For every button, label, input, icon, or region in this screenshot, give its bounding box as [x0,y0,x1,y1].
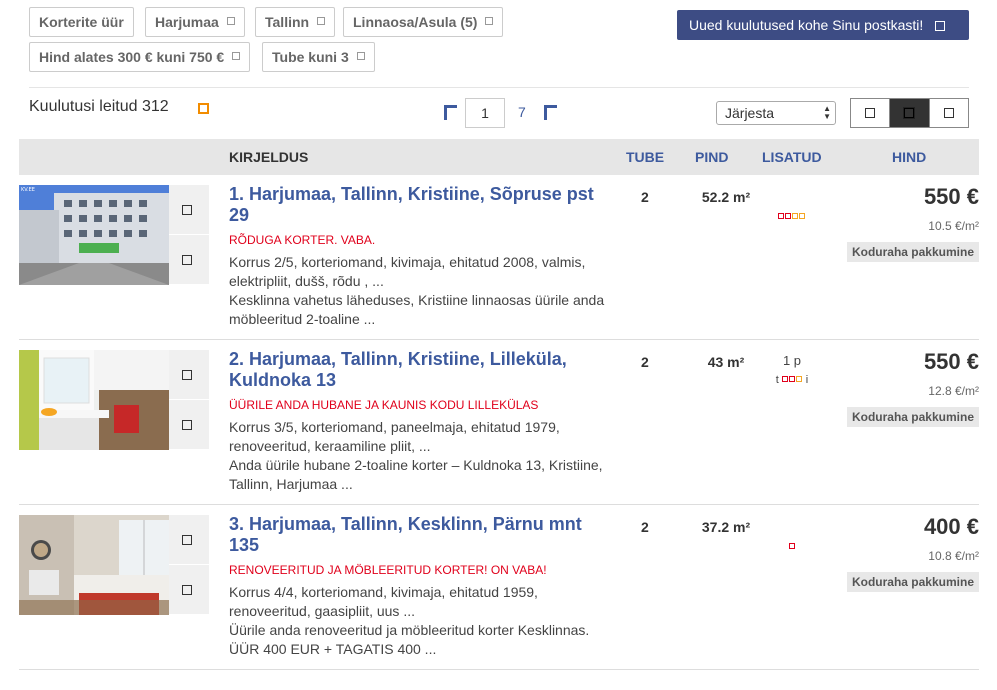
listing-extras: 1 p t i [764,352,820,391]
compare-icon [182,585,192,595]
extras-right-label: i [805,374,809,386]
listing-price-per-sqm: 12.8 €/m² [928,384,979,398]
compare-button[interactable] [169,400,209,450]
page-total-link[interactable]: 7 [518,104,526,120]
header-price[interactable]: HIND [892,149,926,165]
listing-extras-icons [764,213,820,219]
detail-view-icon [903,107,916,119]
listing-title[interactable]: 1. Harjumaa, Tallinn, Kristiine, Sõpruse… [229,184,609,226]
listing-row: 3. Harjumaa, Tallinn, Kesklinn, Pärnu mn… [19,505,979,670]
filter-label: Hind alates 300 € kuni 750 € [39,49,225,65]
sort-select[interactable]: Järjesta ▲ ▼ [716,101,836,125]
listing-details: Korrus 2/5, korteriomand, kivimaja, ehit… [229,254,586,289]
listing-actions [169,350,209,450]
compare-button[interactable] [169,235,209,285]
favorite-button[interactable] [169,515,209,565]
favorite-icon [182,535,192,545]
listing-price-per-sqm: 10.5 €/m² [928,219,979,233]
view-grid-button[interactable] [930,99,968,127]
rss-icon[interactable] [198,103,209,114]
listing-area: 43 m² [707,354,745,370]
listing-title[interactable]: 3. Harjumaa, Tallinn, Kesklinn, Pärnu mn… [229,514,609,556]
results-count: Kuulutusi leitud 312 [29,98,169,115]
table-header: KIRJELDUS TUBE PIND LISATUD HIND [19,139,979,175]
listing-actions [169,515,209,615]
filter-tag-city[interactable]: Tallinn [255,7,336,37]
listing-area: 52.2 m² [701,189,751,205]
subscribe-label: Uued kuulutused kohe Sinu postkasti! [689,17,924,33]
filter-label: Tallinn [265,14,310,30]
filter-label: Harjumaa [155,14,219,30]
chevron-updown-icon: ▲ ▼ [823,104,831,121]
filter-tag-district[interactable]: Linnaosa/Asula (5) [343,7,504,37]
header-rooms[interactable]: TUBE [626,149,664,165]
divider [29,87,969,88]
listing-photo[interactable] [19,515,169,615]
listing-extras-icons [764,543,820,549]
view-list-button[interactable] [851,99,891,127]
filter-tag-rooms[interactable]: Tube kuni 3 [262,42,375,72]
header-extras[interactable]: LISATUD [762,149,822,165]
remove-filter-icon[interactable] [356,52,365,60]
listing-rooms: 2 [641,354,649,370]
remove-filter-icon[interactable] [485,17,494,25]
listing-title[interactable]: 2. Harjumaa, Tallinn, Kristiine, Lillekü… [229,349,609,391]
remove-filter-icon[interactable] [226,17,235,25]
listing-rooms: 2 [641,519,649,535]
view-detail-button[interactable] [890,99,930,127]
favorite-icon [182,205,192,215]
listing-row: 2. Harjumaa, Tallinn, Kristiine, Lillekü… [19,340,979,505]
remove-filter-icon[interactable] [317,17,326,25]
grid-view-icon [943,108,954,118]
listing-price-per-sqm: 10.8 €/m² [928,549,979,563]
extras-icons [781,373,803,391]
listing-price: 550 € [923,184,979,209]
filter-label: Linnaosa/Asula (5) [353,14,478,30]
extras-left-label: t [775,374,779,386]
listing-subtitle: RÕDUGA KORTER. VABA. [229,233,376,247]
listing-details: Korrus 3/5, korteriomand, paneelmaja, eh… [229,419,560,454]
listing-summary: Kesklinna vahetus läheduses, Kristiine l… [229,292,605,327]
listing-summary: Anda üürile hubane 2-toaline korter – Ku… [229,457,603,492]
header-description: KIRJELDUS [229,149,309,165]
prev-page-icon[interactable] [444,105,457,120]
listing-subtitle: ÜÜRILE ANDA HUBANE JA KAUNIS KODU LILLEK… [229,398,539,412]
sort-selected: Järjesta [725,105,775,121]
filter-tag-county[interactable]: Harjumaa [145,7,245,37]
listing-area: 37.2 m² [701,519,751,535]
list-view-icon [865,108,876,118]
listing-rooms: 2 [641,189,649,205]
listing-badge: Koduraha pakkumine [846,242,979,262]
favorite-button[interactable] [169,185,209,235]
compare-icon [182,420,192,430]
listing-price: 550 € [923,349,979,374]
photo-watermark: KV.EE [21,187,35,193]
listing-row: KV.EE 1. Harjumaa, Tallinn, Kristiine, S… [19,175,979,340]
compare-button[interactable] [169,565,209,615]
listing-summary: Üürile anda renoveeritud ja möbleeritud … [229,622,590,657]
page-input[interactable]: 1 [465,98,505,128]
listing-photo[interactable] [19,350,169,450]
next-page-icon[interactable] [544,105,557,120]
listing-subtitle: RENOVEERITUD JA MÖBLEERITUD KORTER! ON V… [229,563,547,577]
mail-icon [935,21,946,31]
header-area[interactable]: PIND [695,149,728,165]
filter-tag-rental-type[interactable]: Korterite üür [29,7,134,37]
remove-filter-icon[interactable] [232,52,241,60]
listing-badge: Koduraha pakkumine [846,407,979,427]
filter-label: Korterite üür [39,14,124,30]
listing-actions [169,185,209,285]
favorite-button[interactable] [169,350,209,400]
view-toggle [850,98,969,128]
filter-label: Tube kuni 3 [272,49,349,65]
listing-details: Korrus 4/4, korteriomand, kivimaja, ehit… [229,584,538,619]
subscribe-button[interactable]: Uued kuulutused kohe Sinu postkasti! [677,10,969,40]
filter-tag-price[interactable]: Hind alates 300 € kuni 750 € [29,42,251,72]
listing-photo[interactable]: KV.EE [19,185,169,285]
extras-line1: 1 p [782,353,802,368]
listing-badge: Koduraha pakkumine [846,572,979,592]
favorite-icon [182,370,192,380]
listing-price: 400 € [923,514,979,539]
compare-icon [182,255,192,265]
